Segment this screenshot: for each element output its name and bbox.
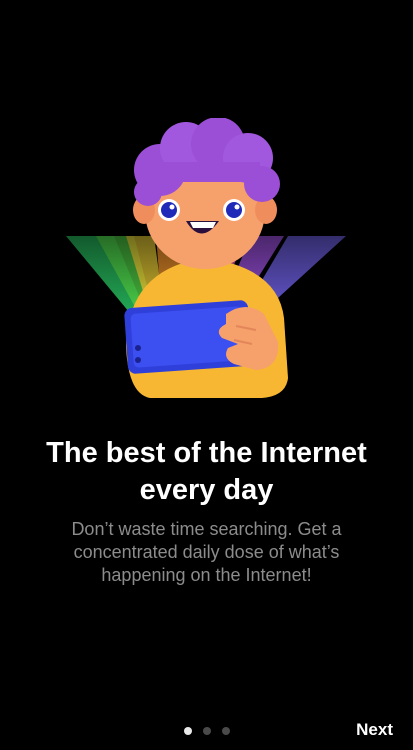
page-dot-2 — [203, 727, 211, 735]
headline-line-2: every day — [139, 474, 274, 506]
onboarding-illustration — [56, 118, 356, 408]
onboarding-description: Don’t waste time searching. Get a concen… — [71, 519, 342, 585]
page-indicator — [184, 726, 230, 736]
page-dot-3 — [222, 727, 230, 735]
next-button[interactable]: Next — [356, 720, 393, 740]
page-dot-1-active — [184, 727, 192, 735]
onboarding-headline: The best of the Internet every day — [0, 435, 413, 509]
headline-line-1: The best of the Internet — [46, 437, 367, 469]
person-with-phone-rainbow-illustration — [56, 118, 356, 398]
